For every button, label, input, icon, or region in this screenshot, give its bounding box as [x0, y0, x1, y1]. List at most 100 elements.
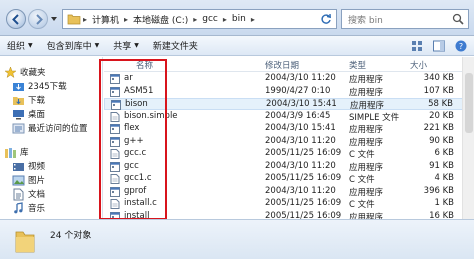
arrow-right-icon — [36, 14, 43, 25]
download-folder-icon — [13, 82, 24, 91]
search-placeholder: 搜索 bin — [348, 15, 383, 26]
breadcrumb-bin[interactable]: bin — [229, 14, 249, 24]
file-date: 2004/3/10 11:20 — [265, 135, 336, 146]
breadcrumb-separator[interactable]: ▸ — [122, 15, 130, 24]
include-in-library-menu[interactable]: 包含到库中 ▼ — [40, 36, 107, 56]
file-size: 221 KB — [423, 123, 454, 133]
breadcrumb-separator[interactable]: ▸ — [191, 15, 199, 24]
folder-icon — [67, 14, 81, 25]
file-date: 2004/3/10 11:20 — [265, 185, 336, 196]
file-date: 2005/11/25 16:09 — [265, 148, 342, 158]
navigation-pane: 收藏夹 2345下载 下载 桌面 最近访问的位置 库 视频 图片 文档 音乐 — [0, 57, 103, 219]
back-button[interactable] — [6, 9, 26, 29]
music-icon — [14, 201, 23, 213]
pictures-icon — [12, 175, 25, 185]
view-options-icon[interactable] — [410, 39, 424, 53]
arrow-left-icon — [12, 14, 19, 25]
item-count: 24 个对象 — [50, 231, 92, 241]
recent-pages-dropdown-icon[interactable] — [50, 15, 58, 23]
file-date: 2005/11/25 16:09 — [265, 198, 342, 208]
preview-pane-icon[interactable] — [432, 39, 446, 53]
sidebar-item-label: 2345下载 — [28, 82, 67, 92]
file-type: 应用程序 — [350, 101, 385, 111]
sidebar-favorites[interactable]: 收藏夹 — [4, 65, 46, 79]
file-date: 2004/3/10 11:20 — [265, 160, 336, 171]
file-size: 91 KB — [429, 160, 454, 171]
file-type: 应用程序 — [349, 162, 384, 173]
search-input[interactable]: 搜索 bin — [341, 9, 469, 29]
sidebar-item-desktop[interactable]: 桌面 — [12, 107, 45, 121]
chevron-down-icon: ▼ — [28, 42, 33, 49]
sidebar-favorites-label: 收藏夹 — [20, 68, 46, 78]
breadcrumb-separator: ▸ — [83, 14, 88, 24]
chevron-down-icon: ▼ — [94, 42, 100, 49]
sidebar-libraries[interactable]: 库 — [4, 145, 29, 159]
file-type: SIMPLE 文件 — [349, 112, 400, 123]
details-pane: 24 个对象 — [0, 219, 474, 259]
file-type: C 文件 — [349, 175, 375, 185]
breadcrumb-computer[interactable]: 计算机 — [89, 13, 122, 26]
library-icon — [5, 147, 16, 158]
sidebar-item-music[interactable]: 音乐 — [12, 201, 45, 215]
file-size: 90 KB — [429, 135, 454, 146]
file-size: 4 KB — [434, 173, 454, 183]
file-size: 1 KB — [434, 198, 454, 208]
file-type: 应用程序 — [349, 137, 384, 148]
command-toolbar: 组织 ▼ 包含到库中 ▼ 共享 ▼ 新建文件夹 ? — [0, 36, 474, 56]
video-icon — [13, 162, 24, 171]
vertical-scrollbar[interactable] — [462, 57, 474, 219]
column-header-date[interactable]: 修改日期 — [265, 59, 299, 71]
file-type: 应用程序 — [349, 187, 384, 198]
sidebar-item-documents[interactable]: 文档 — [12, 187, 45, 201]
documents-icon — [13, 188, 24, 200]
highlight-annotation-box — [99, 59, 167, 220]
help-icon[interactable]: ? — [454, 39, 468, 53]
file-date: 2004/3/10 11:20 — [265, 73, 336, 83]
refresh-icon[interactable] — [320, 13, 332, 25]
file-size: 16 KB — [429, 210, 454, 220]
breadcrumb-separator[interactable]: ▸ — [221, 15, 229, 24]
sidebar-item-pictures[interactable]: 图片 — [12, 173, 45, 187]
recent-places-icon — [12, 123, 25, 133]
sidebar-item-label: 文档 — [28, 190, 46, 200]
sidebar-item-2345-downloads[interactable]: 2345下载 — [12, 79, 67, 93]
sidebar-libraries-label: 库 — [20, 148, 29, 158]
folder-icon — [15, 231, 35, 253]
breadcrumb-separator[interactable]: ▸ — [249, 15, 257, 24]
file-type: 应用程序 — [349, 125, 384, 135]
address-input[interactable]: ▸ 计算机 ▸ 本地磁盘 (C:) ▸ gcc ▸ bin ▸ — [62, 9, 337, 29]
chevron-down-icon: ▼ — [134, 42, 139, 49]
new-folder-button[interactable]: 新建文件夹 — [146, 36, 205, 56]
desktop-icon — [13, 109, 24, 119]
share-menu[interactable]: 共享 ▼ — [106, 36, 146, 56]
sidebar-item-downloads[interactable]: 下载 — [12, 93, 45, 107]
new-folder-label: 新建文件夹 — [152, 42, 198, 52]
file-size: 20 KB — [429, 110, 454, 121]
file-size: 107 KB — [423, 85, 454, 96]
file-date: 2004/3/10 15:41 — [266, 99, 337, 109]
file-size: 58 KB — [428, 99, 453, 109]
share-label: 共享 — [113, 42, 132, 52]
forward-button[interactable] — [28, 9, 48, 29]
organize-menu[interactable]: 组织 ▼ — [0, 36, 40, 56]
column-header-type[interactable]: 类型 — [349, 59, 366, 71]
scrollbar-thumb[interactable] — [465, 73, 473, 133]
sidebar-item-label: 音乐 — [28, 204, 46, 214]
file-size: 396 KB — [423, 185, 454, 196]
file-type: 应用程序 — [349, 87, 384, 98]
star-icon — [4, 65, 17, 78]
file-date: 2005/11/25 16:09 — [265, 173, 342, 183]
file-size: 6 KB — [434, 148, 454, 158]
file-type: C 文件 — [349, 200, 375, 210]
sidebar-item-label: 视频 — [28, 162, 46, 172]
file-type: 应用程序 — [349, 212, 384, 220]
sidebar-item-videos[interactable]: 视频 — [12, 159, 45, 173]
sidebar-item-label: 最近访问的位置 — [28, 124, 88, 134]
breadcrumb-gcc[interactable]: gcc — [199, 14, 221, 24]
column-header-size[interactable]: 大小 — [410, 59, 427, 71]
breadcrumb-local-disk[interactable]: 本地磁盘 (C:) — [130, 13, 191, 26]
file-type: C 文件 — [349, 150, 375, 160]
file-size: 340 KB — [423, 73, 454, 83]
organize-label: 组织 — [7, 42, 26, 52]
sidebar-item-recent-places[interactable]: 最近访问的位置 — [12, 121, 88, 135]
